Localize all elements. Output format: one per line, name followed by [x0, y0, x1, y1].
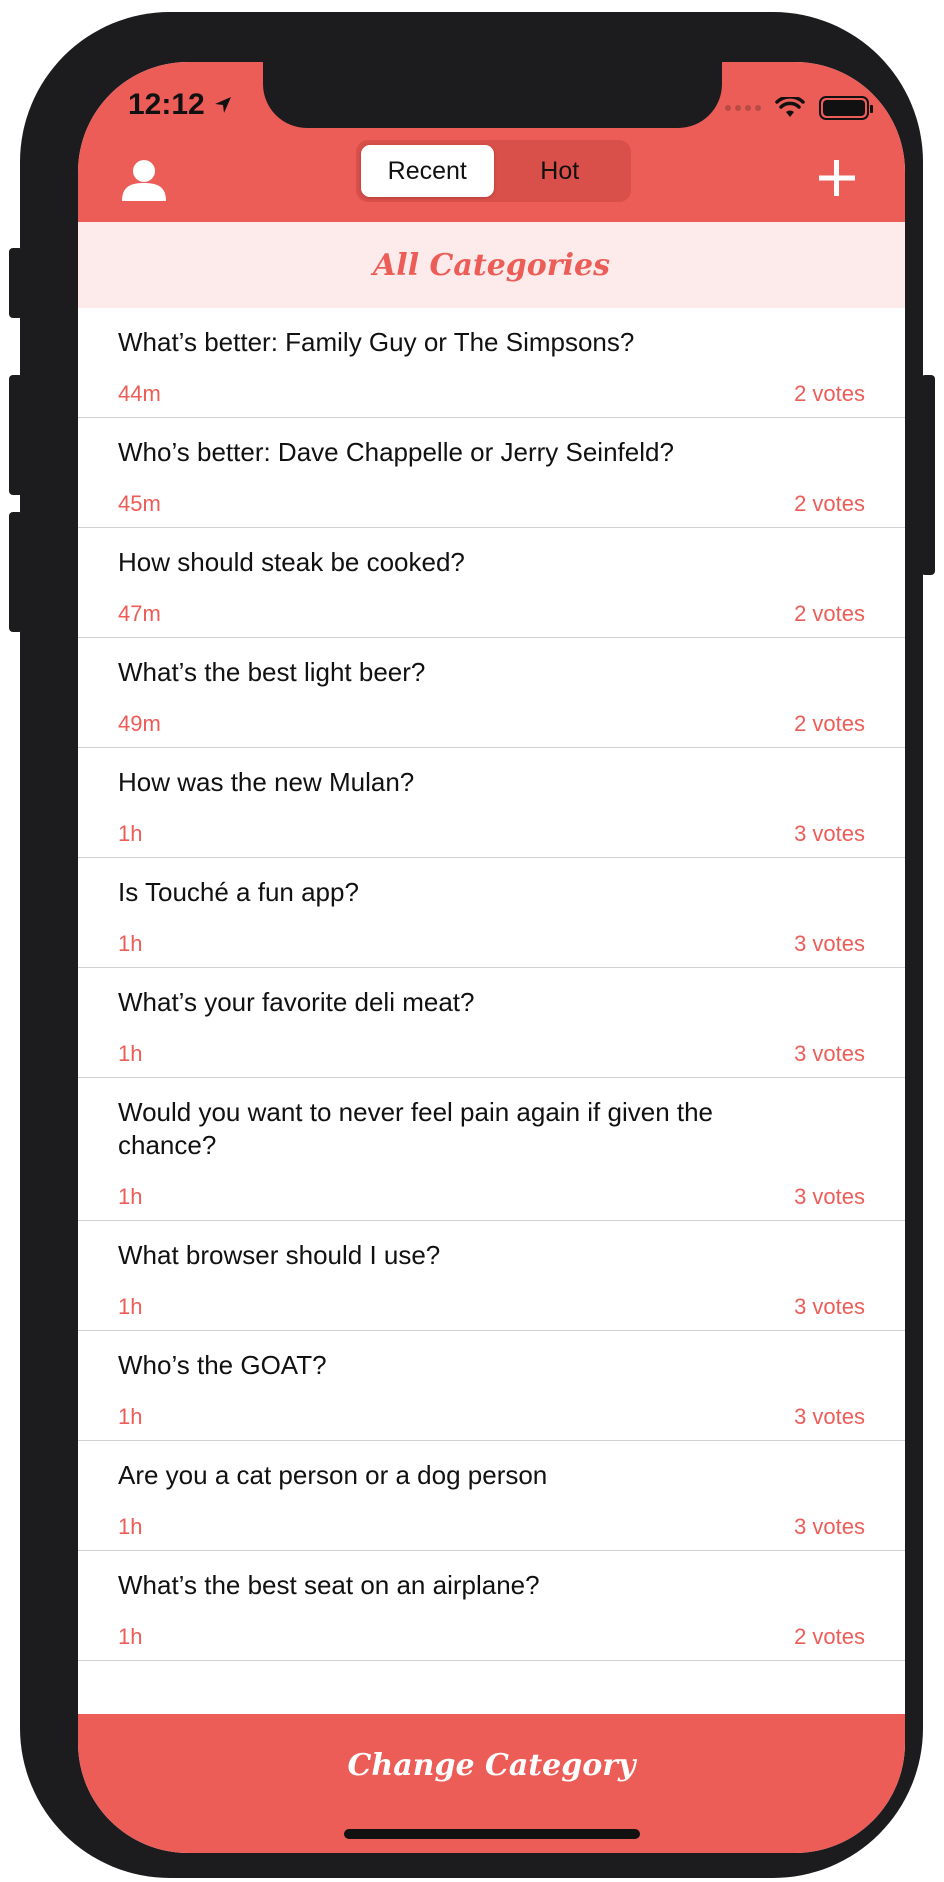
tab-hot[interactable]: Hot — [494, 145, 627, 197]
battery-icon — [819, 96, 873, 120]
post-age: 49m — [118, 711, 161, 736]
feed-segmented-control: Recent Hot — [356, 140, 631, 202]
plus-icon — [819, 160, 855, 196]
status-time: 12:12 — [128, 88, 233, 122]
post-age: 45m — [118, 491, 161, 516]
phone-frame: 12:12 Recent Hot All Categories What’s b… — [20, 12, 923, 1878]
list-item[interactable]: What’s your favorite deli meat? 1h 3 vote… — [78, 968, 905, 1078]
post-question: Who’s better: Dave Chappelle or Jerry Se… — [118, 437, 674, 467]
post-age: 1h — [118, 1184, 143, 1209]
post-question: What’s the best light beer? — [118, 657, 426, 687]
category-banner: All Categories — [78, 222, 905, 308]
list-item[interactable]: Who’s the GOAT? 1h 3 votes — [78, 1331, 905, 1441]
post-question: How was the new Mulan? — [118, 767, 415, 797]
list-item[interactable]: Would you want to never feel pain again … — [78, 1078, 905, 1221]
post-votes: 2 votes — [794, 491, 865, 516]
post-votes: 2 votes — [794, 381, 865, 406]
post-votes: 2 votes — [794, 711, 865, 736]
status-indicators — [725, 96, 873, 120]
home-indicator[interactable] — [344, 1829, 640, 1839]
category-title: All Categories — [373, 247, 610, 283]
clock: 12:12 — [128, 88, 205, 121]
wifi-icon — [775, 97, 805, 117]
post-votes: 2 votes — [794, 1624, 865, 1649]
post-age: 44m — [118, 381, 161, 406]
post-age: 1h — [118, 821, 143, 846]
post-votes: 3 votes — [794, 1404, 865, 1429]
post-age: 1h — [118, 931, 143, 956]
device-notch — [263, 62, 722, 128]
cellular-signal-icon — [725, 105, 761, 111]
post-votes: 3 votes — [794, 931, 865, 956]
post-votes: 3 votes — [794, 1041, 865, 1066]
list-item[interactable]: What’s the best seat on an airplane? 1h 2… — [78, 1551, 905, 1661]
post-votes: 3 votes — [794, 1294, 865, 1319]
list-item[interactable]: How should steak be cooked? 47m 2 votes — [78, 528, 905, 638]
list-item[interactable]: Who’s better: Dave Chappelle or Jerry Se… — [78, 418, 905, 528]
post-votes: 3 votes — [794, 1184, 865, 1209]
post-question: Is Touché a fun app? — [118, 877, 359, 907]
post-question: How should steak be cooked? — [118, 547, 465, 577]
post-age: 47m — [118, 601, 161, 626]
post-question: What’s your favorite deli meat? — [118, 987, 475, 1017]
post-age: 1h — [118, 1041, 143, 1066]
post-age: 1h — [118, 1294, 143, 1319]
location-arrow-icon — [214, 97, 231, 113]
power-button — [921, 375, 935, 575]
post-question: What browser should I use? — [118, 1240, 441, 1270]
add-post-button[interactable] — [815, 156, 859, 200]
post-votes: 2 votes — [794, 601, 865, 626]
post-question: Are you a cat person or a dog person — [118, 1460, 548, 1490]
tab-recent[interactable]: Recent — [361, 145, 494, 197]
profile-button[interactable] — [120, 157, 168, 201]
post-votes: 3 votes — [794, 821, 865, 846]
list-item[interactable]: Is Touché a fun app? 1h 3 votes — [78, 858, 905, 968]
post-question: Would you want to never feel pain again … — [118, 1097, 714, 1160]
person-icon — [122, 160, 166, 201]
list-item[interactable]: What’s better: Family Guy or The Simpson… — [78, 308, 905, 418]
list-item[interactable]: What browser should I use? 1h 3 votes — [78, 1221, 905, 1331]
post-votes: 3 votes — [794, 1514, 865, 1539]
post-question: What’s the best seat on an airplane? — [118, 1570, 540, 1600]
list-item[interactable]: What’s the best light beer? 49m 2 votes — [78, 638, 905, 748]
post-age: 1h — [118, 1514, 143, 1539]
post-list[interactable]: What’s better: Family Guy or The Simpson… — [78, 308, 905, 1661]
post-age: 1h — [118, 1624, 143, 1649]
screen: 12:12 Recent Hot All Categories What’s b… — [78, 62, 905, 1853]
post-age: 1h — [118, 1404, 143, 1429]
list-item[interactable]: Are you a cat person or a dog person 1h 3… — [78, 1441, 905, 1551]
list-item[interactable]: How was the new Mulan? 1h 3 votes — [78, 748, 905, 858]
post-question: What’s better: Family Guy or The Simpson… — [118, 327, 635, 357]
post-question: Who’s the GOAT? — [118, 1350, 327, 1380]
